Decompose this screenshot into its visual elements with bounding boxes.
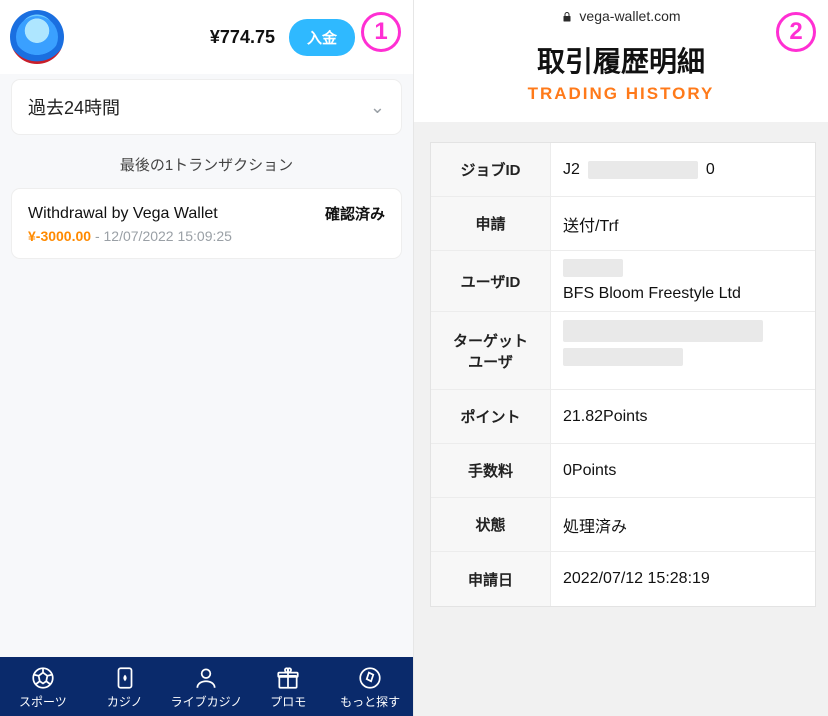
- redacted-block: [563, 320, 763, 342]
- label-user-id: ユーザID: [431, 251, 551, 311]
- page-subtitle: TRADING HISTORY: [414, 84, 828, 104]
- nav-casino-label: カジノ: [107, 693, 143, 710]
- value-job-id: J2 0: [551, 143, 815, 196]
- row-request: 申請 送付/Trf: [431, 197, 815, 251]
- nav-sports[interactable]: スポーツ: [2, 665, 84, 710]
- soccer-icon: [30, 665, 56, 691]
- row-target-user: ターゲット ユーザ: [431, 312, 815, 390]
- label-job-id: ジョブID: [431, 143, 551, 196]
- gift-icon: [275, 665, 301, 691]
- row-points: ポイント 21.82Points: [431, 390, 815, 444]
- transaction-separator: -: [91, 228, 103, 244]
- row-job-id: ジョブID J2 0: [431, 143, 815, 197]
- label-request: 申請: [431, 197, 551, 250]
- transaction-card[interactable]: Withdrawal by Vega Wallet 確認済み ¥-3000.00…: [12, 189, 401, 258]
- label-status: 状態: [431, 498, 551, 551]
- transaction-status: 確認済み: [325, 203, 385, 224]
- redacted-block: [563, 348, 683, 366]
- transaction-amount: ¥-3000.00: [28, 228, 91, 244]
- row-user-id: ユーザID BFS Bloom Freestyle Ltd: [431, 251, 815, 312]
- transaction-datetime: 12/07/2022 15:09:25: [104, 228, 232, 244]
- annotation-badge-1: 1: [361, 12, 401, 52]
- app-logo[interactable]: [10, 10, 64, 64]
- label-target-user-l1: ターゲット: [453, 330, 528, 351]
- label-target-user-l2: ユーザ: [468, 351, 513, 372]
- left-pane: 1 ¥774.75 入金 過去24時間 ⌄ 最後の1トランザクション Withd…: [0, 0, 414, 716]
- nav-sports-label: スポーツ: [19, 693, 67, 710]
- label-points: ポイント: [431, 390, 551, 443]
- bottom-nav: スポーツ カジノ ライブカジノ プロモ もっと探す: [0, 657, 413, 716]
- redacted-block: [563, 259, 623, 277]
- nav-casino[interactable]: カジノ: [84, 665, 166, 710]
- nav-promo-label: プロモ: [270, 693, 306, 710]
- detail-body: ジョブID J2 0 申請 送付/Trf ユーザID BFS Bloom Fre…: [414, 122, 828, 716]
- value-user-id: BFS Bloom Freestyle Ltd: [551, 251, 815, 311]
- value-fee: 0Points: [551, 444, 815, 497]
- row-applied-date: 申請日 2022/07/12 15:28:19: [431, 552, 815, 606]
- label-fee: 手数料: [431, 444, 551, 497]
- detail-table: ジョブID J2 0 申請 送付/Trf ユーザID BFS Bloom Fre…: [430, 142, 816, 607]
- lock-icon: [561, 10, 573, 22]
- label-target-user: ターゲット ユーザ: [431, 312, 551, 389]
- row-status: 状態 処理済み: [431, 498, 815, 552]
- value-target-user: [551, 312, 815, 389]
- nav-more-label: もっと探す: [340, 693, 400, 710]
- row-fee: 手数料 0Points: [431, 444, 815, 498]
- chevron-down-icon: ⌄: [370, 97, 385, 118]
- transaction-title: Withdrawal by Vega Wallet: [28, 205, 218, 223]
- nav-livecasino-label: ライブカジノ: [171, 693, 243, 710]
- right-pane: 2 vega-wallet.com 取引履歴明細 TRADING HISTORY…: [414, 0, 828, 716]
- page-title: 取引履歴明細: [414, 40, 828, 80]
- time-filter-label: 過去24時間: [28, 94, 120, 120]
- last-transaction-heading: 最後の1トランザクション: [0, 146, 413, 189]
- value-request: 送付/Trf: [551, 197, 815, 250]
- job-id-suffix: 0: [706, 161, 715, 179]
- dealer-icon: [193, 665, 219, 691]
- compass-icon: [357, 665, 383, 691]
- label-applied-date: 申請日: [431, 552, 551, 606]
- url-bar[interactable]: vega-wallet.com: [414, 0, 828, 30]
- nav-livecasino[interactable]: ライブカジノ: [166, 665, 248, 710]
- left-empty-space: [0, 258, 413, 657]
- nav-promo[interactable]: プロモ: [247, 665, 329, 710]
- redacted-block: [588, 161, 698, 179]
- time-filter-dropdown[interactable]: 過去24時間 ⌄: [12, 80, 401, 134]
- deposit-button[interactable]: 入金: [289, 19, 355, 56]
- value-points: 21.82Points: [551, 390, 815, 443]
- left-header: ¥774.75 入金: [0, 0, 413, 74]
- balance-amount: ¥774.75: [72, 27, 281, 48]
- value-applied-date: 2022/07/12 15:28:19: [551, 552, 815, 606]
- job-id-prefix: J2: [563, 161, 580, 179]
- card-icon: [112, 665, 138, 691]
- nav-more[interactable]: もっと探す: [329, 665, 411, 710]
- annotation-badge-2: 2: [776, 12, 816, 52]
- user-id-text: BFS Bloom Freestyle Ltd: [563, 285, 741, 303]
- value-status: 処理済み: [551, 498, 815, 551]
- url-text: vega-wallet.com: [579, 8, 680, 24]
